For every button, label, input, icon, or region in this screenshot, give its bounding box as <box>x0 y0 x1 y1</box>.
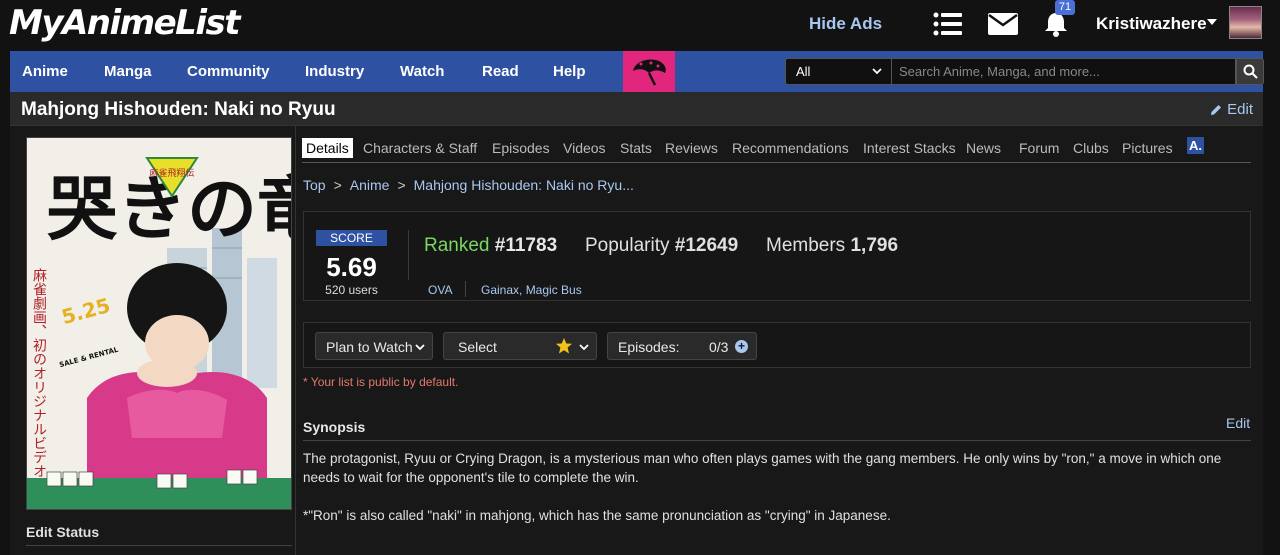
edit-title-link[interactable]: Edit <box>1209 101 1253 118</box>
plus-icon[interactable]: + <box>735 340 748 353</box>
title-bar: Mahjong Hishouden: Naki no Ryuu Edit <box>10 92 1263 126</box>
divider <box>465 281 466 297</box>
score-value: 5.69 <box>326 252 377 282</box>
synopsis-text: The protagonist, Ryuu or Crying Dragon, … <box>303 451 1222 485</box>
star-icon <box>556 338 572 354</box>
list-controls: Plan to Watch Select Episodes: 0/3 + <box>303 322 1251 368</box>
tab-reviews[interactable]: Reviews <box>661 138 722 158</box>
episodes-value: 0/3 <box>709 339 729 355</box>
divider <box>303 440 1251 441</box>
score-users: 520 users <box>325 283 378 297</box>
tab-recommendations[interactable]: Recommendations <box>728 138 853 158</box>
caret-down-icon[interactable] <box>1207 19 1217 25</box>
chevron-down-icon <box>579 344 589 351</box>
ranked-stat[interactable]: Ranked #11783 <box>424 235 557 257</box>
nav-community[interactable]: Community <box>187 63 270 80</box>
detail-tabs: Details Characters & Staff Episodes Vide… <box>302 136 1251 163</box>
username[interactable]: Kristiwazhere <box>1096 14 1207 34</box>
synopsis-edit-link[interactable]: Edit <box>1226 415 1250 431</box>
type-link[interactable]: OVA <box>428 283 452 297</box>
synopsis-heading: Synopsis <box>303 419 366 435</box>
breadcrumb-current[interactable]: Mahjong Hishouden: Naki no Ryu... <box>414 177 634 193</box>
chevron-down-icon <box>872 68 882 75</box>
search-input[interactable]: Search Anime, Manga, and more... <box>892 58 1236 85</box>
nav-manga[interactable]: Manga <box>104 63 152 80</box>
breadcrumb: Top > Anime > Mahjong Hishouden: Naki no Ryu… <box>303 177 634 193</box>
content-area: 哭きの竜 麻雀飛翔伝 麻雀劇画、初のオリジナルビデオアニメ化!! 5.25 SA… <box>10 126 1263 555</box>
synopsis-note: *"Ron" is also called "naki" in mahjong,… <box>303 508 891 523</box>
watch-status-select[interactable]: Plan to Watch <box>315 332 433 360</box>
promo-umbrella-icon[interactable] <box>623 51 675 92</box>
main-nav: Anime Manga Community Industry Watch Rea… <box>10 51 1264 92</box>
poster-side-text: 麻雀劇画、初のオリジナルビデオアニメ化!! <box>31 268 47 510</box>
tab-episodes[interactable]: Episodes <box>488 138 554 158</box>
stats-box: SCORE 5.69 520 users Ranked #11783 Popul… <box>303 211 1251 301</box>
anilist-icon[interactable]: A. <box>1187 137 1204 154</box>
tab-interest-stacks[interactable]: Interest Stacks <box>859 138 960 158</box>
popularity-stat: Popularity #12649 <box>585 235 739 256</box>
episodes-progress[interactable]: Episodes: 0/3 + <box>607 332 757 360</box>
nav-read[interactable]: Read <box>482 63 519 80</box>
tab-characters-staff[interactable]: Characters & Staff <box>359 138 481 158</box>
hide-ads-link[interactable]: Hide Ads <box>809 14 882 34</box>
left-sidebar: 哭きの竜 麻雀飛翔伝 麻雀劇画、初のオリジナルビデオアニメ化!! 5.25 SA… <box>10 126 296 555</box>
notification-count-badge: 71 <box>1055 0 1075 15</box>
search-category-select[interactable]: All <box>785 58 892 85</box>
nav-watch[interactable]: Watch <box>400 63 444 80</box>
site-logo[interactable]: MyAnimeList <box>9 3 240 43</box>
nav-industry[interactable]: Industry <box>305 63 364 80</box>
edit-status-heading: Edit Status <box>26 524 100 540</box>
breadcrumb-anime[interactable]: Anime <box>350 177 390 193</box>
search-icon <box>1243 64 1258 79</box>
anime-poster-image[interactable]: 哭きの竜 麻雀飛翔伝 麻雀劇画、初のオリジナルビデオアニメ化!! 5.25 SA… <box>26 137 292 510</box>
studios-link[interactable]: Gainax, Magic Bus <box>481 283 582 297</box>
user-avatar[interactable] <box>1229 6 1262 39</box>
nav-anime[interactable]: Anime <box>22 63 68 80</box>
tab-details[interactable]: Details <box>302 138 353 158</box>
members-stat: Members 1,796 <box>766 235 899 256</box>
page-title: Mahjong Hishouden: Naki no Ryuu <box>21 99 336 120</box>
tab-stats[interactable]: Stats <box>616 138 656 158</box>
list-icon[interactable] <box>932 10 964 38</box>
score-label: SCORE <box>316 230 387 246</box>
breadcrumb-top[interactable]: Top <box>303 177 326 193</box>
score-select[interactable]: Select <box>443 332 597 360</box>
top-header: MyAnimeList Hide Ads 71 Kristiwazhere <box>0 0 1280 50</box>
tab-pictures[interactable]: Pictures <box>1118 138 1177 158</box>
divider <box>408 230 409 280</box>
mail-icon[interactable] <box>987 10 1019 38</box>
tab-videos[interactable]: Videos <box>559 138 610 158</box>
divider <box>26 545 292 546</box>
chevron-down-icon <box>415 344 425 351</box>
search-button[interactable] <box>1236 58 1264 85</box>
nav-help[interactable]: Help <box>553 63 586 80</box>
tab-clubs[interactable]: Clubs <box>1069 138 1113 158</box>
tab-forum[interactable]: Forum <box>1015 138 1063 158</box>
poster-subtitle-text: 麻雀飛翔伝 <box>149 167 194 179</box>
pencil-icon <box>1211 104 1222 115</box>
tab-news[interactable]: News <box>962 138 1005 158</box>
public-note: * Your list is public by default. <box>303 375 459 389</box>
